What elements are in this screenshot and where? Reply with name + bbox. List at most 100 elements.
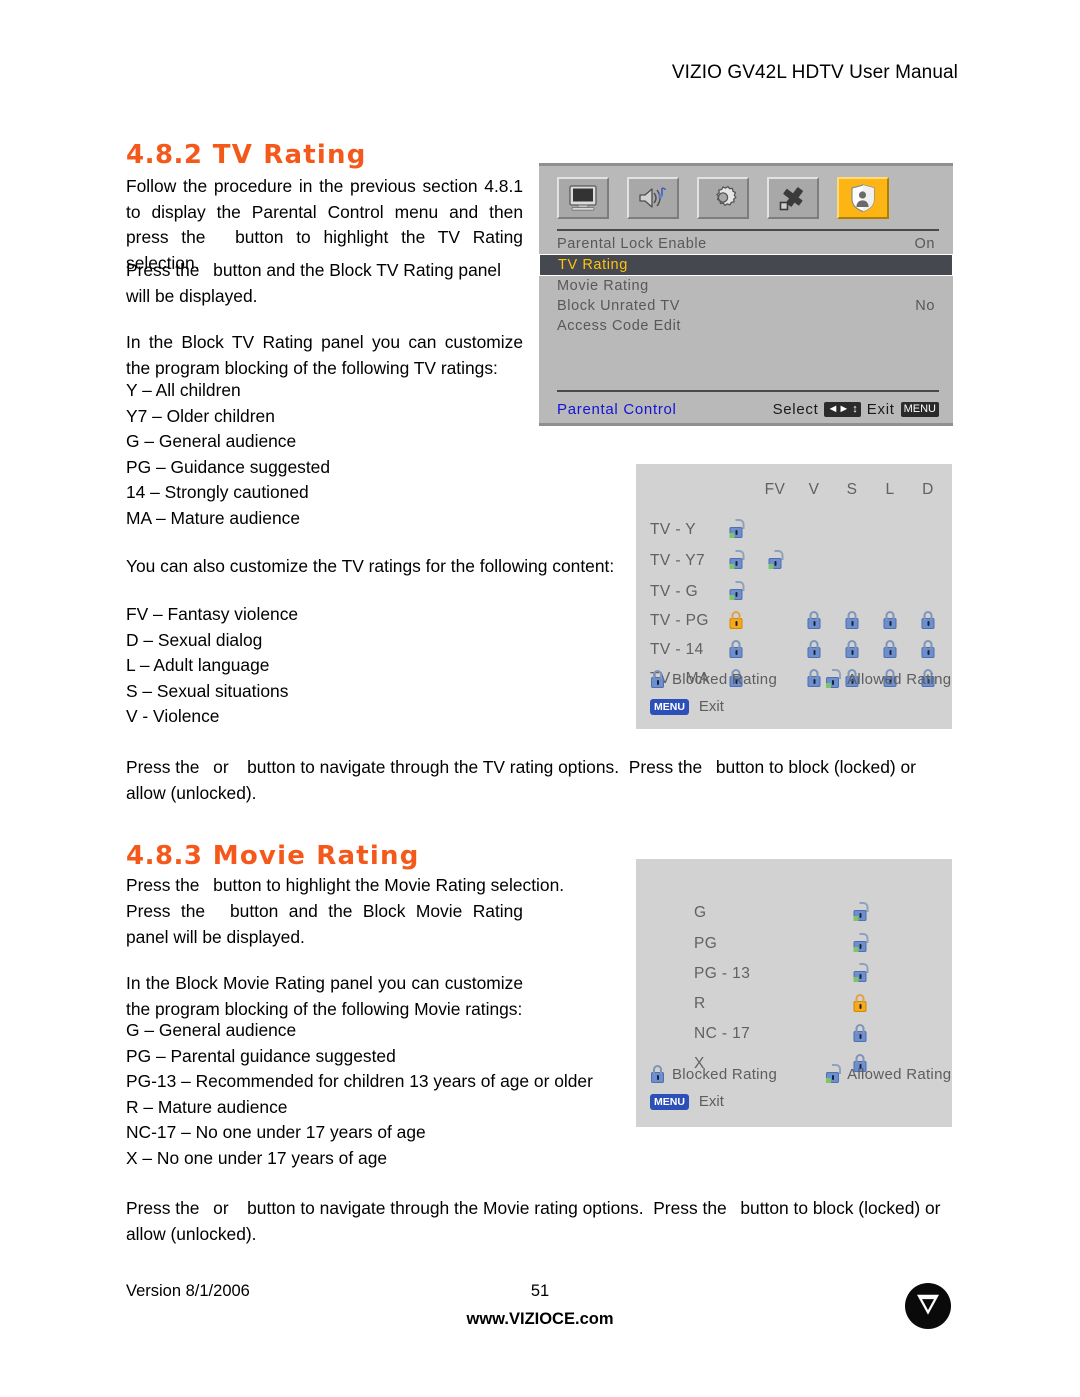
tv-nav-c: Press the [628,757,703,777]
legend-allowed-label: Allowed Rating [847,1065,952,1083]
osd-row-movie-rating[interactable]: Movie Rating [539,276,953,296]
list-item: S – Sexual situations [126,680,289,701]
row-label: PG - 13 [694,965,751,982]
column-header-fv: FV [764,481,786,498]
tv-panel-exit-row[interactable]: MENU Exit [650,698,724,715]
osd-tab-audio[interactable] [627,177,679,219]
list-item: G – General audience [126,1020,297,1040]
list-item: 14 – Strongly cautioned [126,482,309,502]
row-lock-cell[interactable] [853,1024,868,1047]
list-item: NC-17 – No one under 17 years of age [126,1122,426,1142]
mv-para1-a: Press the [126,875,200,895]
cell-d[interactable] [921,611,936,634]
osd-tab-parental[interactable] [837,177,889,219]
tv-nav-b: button to navigate through the TV rating… [247,757,620,777]
tuner-satellite-icon [779,187,803,211]
row-lock-cell[interactable] [853,933,869,957]
row-label: R [694,995,706,1012]
cell-l[interactable] [883,611,898,634]
menu-key-badge: MENU [650,1093,689,1110]
mv-nav-a: Press the [126,1198,200,1218]
unlocked-padlock-icon [729,550,745,569]
row-label: NC - 17 [694,1025,751,1042]
tv-rating-list: Y – All children Y7 – Older children G –… [126,378,523,531]
osd-row-tv-rating[interactable]: TV Rating [539,254,953,276]
audio-speaker-icon [639,187,667,208]
cell-d[interactable] [921,640,936,663]
osd-tab-picture[interactable] [557,177,609,219]
osd-row-parental-lock-enable[interactable]: Parental Lock Enable On [539,234,953,254]
list-item: FV – Fantasy violence [126,604,299,624]
tv-rating-navigation-paragraph: Press the or button to navigate through … [126,755,954,806]
osd-row-block-unrated-tv[interactable]: Block Unrated TV No [539,296,953,316]
table-row[interactable]: TV - Y [636,519,952,543]
tv-rating-paragraph-2: Press the button and the Block TV Rating… [126,258,523,309]
column-header-l: L [885,481,895,498]
table-row[interactable]: R [636,993,952,1017]
list-item: X – No one under 17 years of age [126,1147,388,1168]
cell-l[interactable] [883,640,898,663]
osd-row-access-code-edit[interactable]: Access Code Edit [539,316,953,336]
locked-padlock-icon [650,1065,665,1083]
movie-rating-navigation-paragraph: Press the or button to navigate through … [126,1196,954,1247]
unlocked-padlock-icon [825,669,842,688]
locked-padlock-icon [845,640,860,658]
list-item: D – Sexual dialog [126,629,263,650]
manual-page: VIZIO GV42L HDTV User Manual 4.8.2 TV Ra… [0,0,1080,1397]
table-row[interactable]: TV - G [636,581,952,605]
mv-para1-b: button to highlight the Movie Rating sel… [213,875,565,895]
legend-blocked-label: Blocked Rating [672,1065,778,1083]
tv-para2-a: Press the [126,260,200,280]
list-item: PG-13 – Recommended for children 13 year… [126,1071,593,1091]
tv-nav-or: or [213,757,229,777]
unlocked-padlock-icon [825,1064,842,1083]
osd-row-label: Block Unrated TV [557,298,680,314]
cell-s[interactable] [845,640,860,663]
osd-tab-setup[interactable] [697,177,749,219]
table-row[interactable]: PG [636,933,952,957]
movie-rating-list: G – General audience PG – Parental guida… [126,1018,646,1171]
osd-divider-bottom [557,390,939,392]
table-row[interactable]: G [636,902,952,926]
unlocked-padlock-icon [853,963,869,982]
section-heading-tv-rating: 4.8.2 TV Rating [126,140,367,170]
movie-rating-paragraph-1: Press the button to highlight the Movie … [126,873,623,899]
list-item: PG – Guidance suggested [126,456,330,477]
tv-nav-a: Press the [126,757,200,777]
row-lock-cell[interactable] [729,640,744,663]
unlocked-padlock-icon [853,902,869,921]
table-row[interactable]: TV - Y7 [636,550,952,574]
locked-padlock-icon [845,611,860,629]
cell-fv[interactable] [768,550,784,574]
tv-panel-legend: Blocked Rating Allowed Rating [650,669,951,688]
movie-panel-exit-row[interactable]: MENU Exit [650,1093,724,1110]
arrow-keys-icon: ◄► ↕ [824,402,861,417]
list-item: V - Violence [126,706,220,726]
locked-padlock-icon [883,640,898,658]
osd-row-value: On [914,236,935,252]
column-header-s: S [846,481,858,498]
locked-padlock-icon [729,640,744,658]
cell-v[interactable] [807,611,822,634]
row-lock-cell[interactable] [729,581,745,605]
osd-tab-tuner[interactable] [767,177,819,219]
list-item: PG – Parental guidance suggested [126,1045,396,1066]
table-row[interactable]: NC - 17 [636,1023,952,1047]
cell-v[interactable] [807,640,822,663]
table-row[interactable]: TV - 14 [636,639,952,663]
table-row[interactable]: PG - 13 [636,963,952,987]
row-lock-cell[interactable] [853,963,869,987]
locked-padlock-icon [807,611,822,629]
row-lock-cell-selected[interactable] [853,994,868,1017]
row-lock-cell[interactable] [729,519,745,543]
cell-s[interactable] [845,611,860,634]
mv-nav-b: button to navigate through the Movie rat… [247,1198,644,1218]
list-item: L – Adult language [126,655,270,675]
list-item: Y – All children [126,380,241,400]
block-tv-rating-panel: FV V S L D TV - Y TV - Y7 TV - G TV - PG [636,464,952,729]
table-row[interactable]: TV - PG [636,610,952,634]
row-lock-cell[interactable] [729,550,745,574]
row-lock-cell-selected[interactable] [729,611,744,634]
column-header-d: D [922,481,934,498]
row-lock-cell[interactable] [853,902,869,926]
